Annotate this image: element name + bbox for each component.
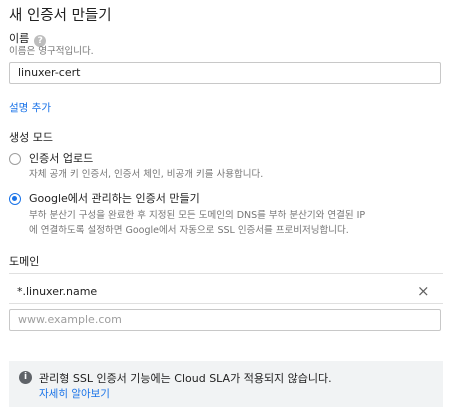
domains-divider: [9, 273, 443, 274]
google-managed-cert-label[interactable]: Google에서 관리하는 인증서 만들기: [29, 190, 200, 206]
info-icon: i: [19, 371, 32, 384]
learn-more-link[interactable]: 자세히 알아보기: [39, 386, 110, 401]
sla-notice-text: 관리형 SSL 인증서 기능에는 Cloud SLA가 적용되지 않습니다.: [39, 372, 332, 385]
new-domain-input[interactable]: www.example.com: [9, 309, 441, 331]
domain-entry: *.linuxer.name: [17, 285, 98, 298]
close-icon[interactable]: ×: [417, 282, 430, 300]
google-managed-cert-description-2: 에 연결하도록 설정하면 Google에서 자동으로 SSL 인증서를 프로비저…: [29, 225, 349, 236]
upload-cert-label[interactable]: 인증서 업로드: [29, 150, 93, 166]
upload-cert-radio[interactable]: [9, 153, 21, 165]
page-title: 새 인증서 만들기: [9, 8, 112, 24]
creation-mode-heading: 생성 모드: [9, 131, 53, 144]
sla-notice: i 관리형 SSL 인증서 기능에는 Cloud SLA가 적용되지 않습니다.…: [9, 361, 443, 407]
name-hint: 이름은 영구적입니다.: [9, 46, 94, 57]
google-managed-cert-radio[interactable]: [9, 193, 21, 205]
domains-heading: 도메인: [9, 255, 40, 268]
name-input[interactable]: linuxer-cert: [9, 62, 441, 84]
domain-entry-divider: [9, 303, 443, 304]
add-description-link[interactable]: 설명 추가: [9, 100, 51, 115]
google-managed-cert-description-1: 부하 분산기 구성을 완료한 후 지정된 모든 도메인의 DNS를 부하 분산기…: [29, 210, 366, 221]
upload-cert-description: 자체 공개 키 인증서, 인증서 체인, 비공개 키를 사용합니다.: [29, 169, 264, 180]
